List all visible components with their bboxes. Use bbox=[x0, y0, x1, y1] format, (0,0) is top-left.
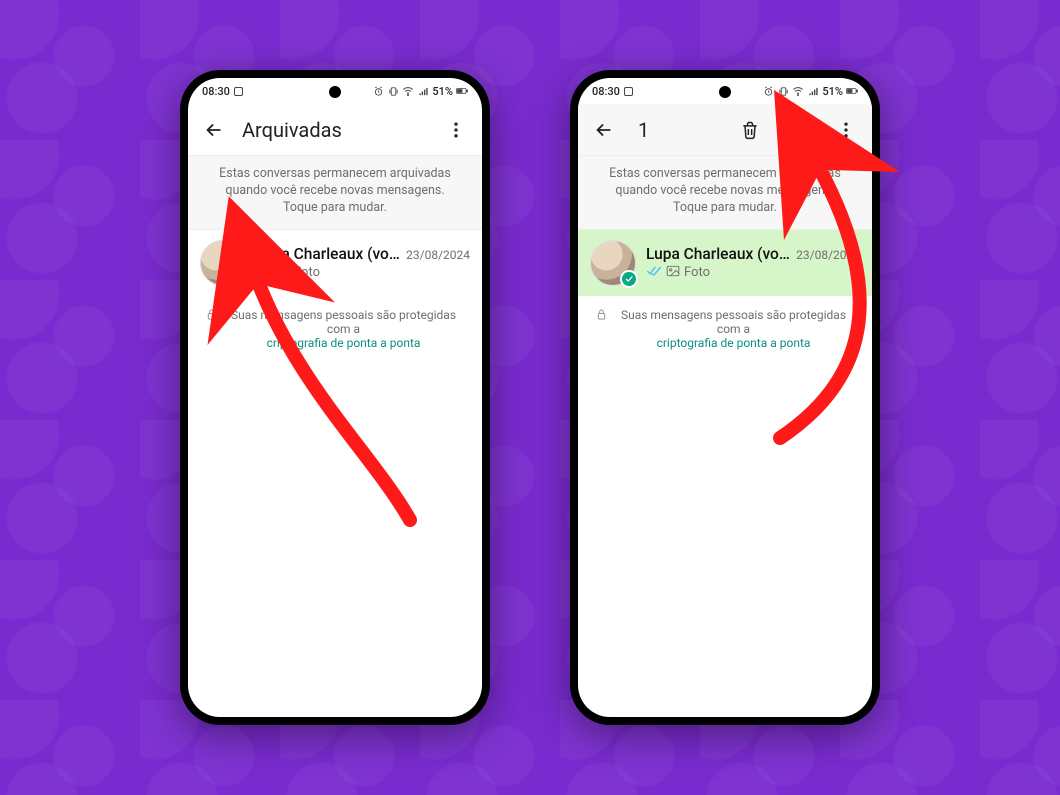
back-button[interactable] bbox=[194, 110, 234, 150]
more-menu-button[interactable] bbox=[826, 110, 866, 150]
phone-right-screen: 08:30 51% bbox=[578, 78, 872, 717]
unarchive-button[interactable] bbox=[778, 110, 818, 150]
alarm-icon bbox=[762, 85, 774, 97]
read-ticks-icon bbox=[646, 265, 662, 281]
battery-text: 51% bbox=[822, 85, 843, 98]
statusbar-time: 08:30 bbox=[202, 85, 230, 98]
wifi-icon bbox=[792, 85, 804, 97]
camera-notch bbox=[719, 86, 731, 98]
chat-avatar-wrap bbox=[200, 240, 246, 286]
check-icon bbox=[624, 274, 634, 284]
archive-info-banner[interactable]: Estas conversas permanecem arquivadas qu… bbox=[578, 156, 872, 230]
chat-subtitle-label: Foto bbox=[684, 265, 710, 280]
vibrate-icon bbox=[387, 85, 399, 97]
appbar-selection: 1 bbox=[578, 104, 872, 156]
more-vertical-icon bbox=[836, 120, 856, 140]
statusbar-left: 08:30 bbox=[202, 85, 243, 98]
battery-text: 51% bbox=[432, 85, 453, 98]
stage: 08:30 51% bbox=[0, 0, 1060, 795]
lock-icon bbox=[206, 308, 217, 324]
avatar bbox=[200, 240, 246, 286]
read-ticks-icon bbox=[256, 265, 272, 281]
chat-row-main: Lupa Charleaux (você) 23/08/2024 Foto bbox=[256, 245, 470, 281]
signal-icon bbox=[417, 85, 429, 97]
delete-button[interactable] bbox=[730, 110, 770, 150]
encryption-notice[interactable]: Suas mensagens pessoais são protegidas c… bbox=[578, 296, 872, 362]
alarm-icon bbox=[372, 85, 384, 97]
encryption-line2: criptografia de ponta a ponta bbox=[267, 336, 421, 350]
lock-icon bbox=[596, 308, 607, 324]
vibrate-icon bbox=[777, 85, 789, 97]
appbar: Arquivadas bbox=[188, 104, 482, 156]
trash-icon bbox=[740, 120, 760, 140]
phone-left-screen: 08:30 51% bbox=[188, 78, 482, 717]
chat-avatar-wrap bbox=[590, 240, 636, 286]
chat-name: Lupa Charleaux (você) bbox=[256, 245, 400, 263]
statusbar-left: 08:30 bbox=[592, 85, 633, 98]
chat-row-main: Lupa Charleaux (você) 23/08/2024 Foto bbox=[646, 245, 860, 281]
chat-subtitle: Foto bbox=[256, 265, 470, 281]
chat-name: Lupa Charleaux (você) bbox=[646, 245, 790, 263]
selection-count: 1 bbox=[632, 118, 722, 142]
signal-icon bbox=[807, 85, 819, 97]
statusbar-app-icon bbox=[234, 87, 243, 96]
statusbar-right: 51% bbox=[372, 85, 468, 98]
statusbar-app-icon bbox=[624, 87, 633, 96]
arrow-left-icon bbox=[203, 119, 225, 141]
more-menu-button[interactable] bbox=[436, 110, 476, 150]
chat-date: 23/08/2024 bbox=[406, 248, 470, 262]
chat-subtitle: Foto bbox=[646, 265, 860, 281]
encryption-line1: Suas mensagens pessoais são protegidas c… bbox=[621, 308, 846, 336]
encryption-line1: Suas mensagens pessoais são protegidas c… bbox=[231, 308, 456, 336]
chat-date: 23/08/2024 bbox=[796, 248, 860, 262]
archive-info-banner[interactable]: Estas conversas permanecem arquivadas qu… bbox=[188, 156, 482, 230]
chat-row-selected[interactable]: Lupa Charleaux (você) 23/08/2024 Foto bbox=[578, 230, 872, 296]
phone-right: 08:30 51% bbox=[570, 70, 880, 725]
back-button[interactable] bbox=[584, 110, 624, 150]
more-vertical-icon bbox=[446, 120, 466, 140]
arrow-left-icon bbox=[593, 119, 615, 141]
unarchive-icon bbox=[788, 120, 808, 140]
encryption-text: Suas mensagens pessoais são protegidas c… bbox=[223, 308, 464, 350]
chat-subtitle-label: Foto bbox=[294, 265, 320, 280]
encryption-text: Suas mensagens pessoais são protegidas c… bbox=[613, 308, 854, 350]
statusbar-time: 08:30 bbox=[592, 85, 620, 98]
battery-icon bbox=[456, 85, 468, 97]
wifi-icon bbox=[402, 85, 414, 97]
phone-left: 08:30 51% bbox=[180, 70, 490, 725]
encryption-line2: criptografia de ponta a ponta bbox=[657, 336, 811, 350]
selected-check-badge bbox=[620, 270, 638, 288]
camera-notch bbox=[329, 86, 341, 98]
encryption-notice[interactable]: Suas mensagens pessoais são protegidas c… bbox=[188, 296, 482, 362]
chat-row[interactable]: Lupa Charleaux (você) 23/08/2024 Foto bbox=[188, 230, 482, 296]
statusbar-right: 51% bbox=[762, 85, 858, 98]
battery-icon bbox=[846, 85, 858, 97]
photo-icon bbox=[276, 265, 290, 281]
appbar-title: Arquivadas bbox=[242, 118, 428, 142]
photo-icon bbox=[666, 265, 680, 281]
